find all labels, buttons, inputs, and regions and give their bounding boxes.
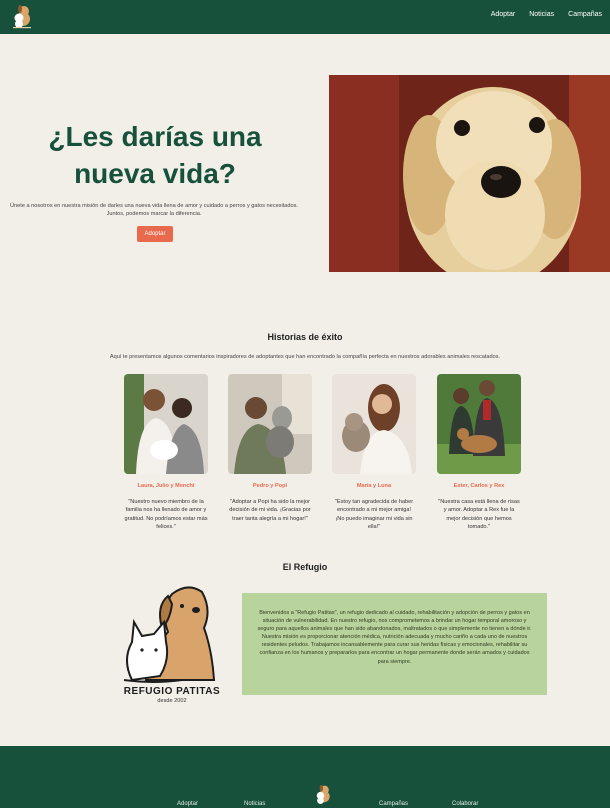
story-card: Laura, Julio y Menchi "Nuestro nuevo mie… [124, 374, 208, 532]
refugio-title: El Refugio [282, 562, 328, 572]
story-card: Pedro y Popi "Adoptar a Popi ha sido la … [228, 374, 312, 523]
stories-intro: Aquí te presentamos algunos comentarios … [109, 354, 501, 360]
story-name: María y Luna [356, 483, 392, 489]
footer [0, 746, 610, 808]
story-photo [124, 374, 208, 474]
nav-adoptar[interactable]: Adoptar [491, 11, 516, 18]
story-card: María y Luna "Estoy tan agradecida de ha… [332, 374, 416, 532]
footer-link-noticias[interactable]: Noticias [244, 801, 265, 807]
hero-puppy-photo [329, 75, 610, 272]
refugio-logo-name: REFUGIO PATITAS [123, 686, 221, 697]
main-nav: Adoptar Noticias Campañas [491, 11, 602, 18]
story-quote: "Nuestra casa está llena de risas y amor… [438, 499, 520, 531]
footer-logo-icon[interactable] [313, 783, 333, 805]
story-quote: "Nuestro nuevo miembro de la familia nos… [124, 499, 208, 531]
story-photo [332, 374, 416, 474]
footer-link-colaborar[interactable]: Colaborar [452, 801, 478, 807]
hero-title: ¿Les darías una nueva vida? [48, 121, 262, 189]
header-bar: Adoptar Noticias Campañas [0, 0, 610, 34]
refugio-logo-icon[interactable] [10, 3, 34, 29]
story-name: Pedro y Popi [252, 483, 288, 489]
story-quote: "Adoptar a Popi ha sido la mejor decisió… [229, 499, 311, 522]
story-photo [437, 374, 521, 474]
story-card: Ester, Carlos y Rex "Nuestra casa está l… [437, 374, 521, 532]
nav-campanas[interactable]: Campañas [568, 11, 602, 18]
refugio-since: desde 2002 [157, 698, 187, 704]
footer-link-campanas[interactable]: Campañas [379, 801, 408, 807]
nav-noticias[interactable]: Noticias [529, 11, 554, 18]
story-photo [228, 374, 312, 474]
hero-text: Únete a nosotros en nuestra misión de da… [10, 203, 298, 217]
adopt-button[interactable]: Adoptar [137, 226, 173, 242]
footer-link-adoptar[interactable]: Adoptar [177, 801, 198, 807]
stories-title: Historias de éxito [267, 332, 343, 342]
refugio-description: Bienvenidos a "Refugio Patitas", un refu… [242, 593, 547, 695]
story-name: Laura, Julio y Menchi [137, 483, 195, 489]
story-quote: "Estoy tan agradecida de haber encontrad… [334, 499, 414, 531]
story-name: Ester, Carlos y Rex [453, 483, 505, 489]
